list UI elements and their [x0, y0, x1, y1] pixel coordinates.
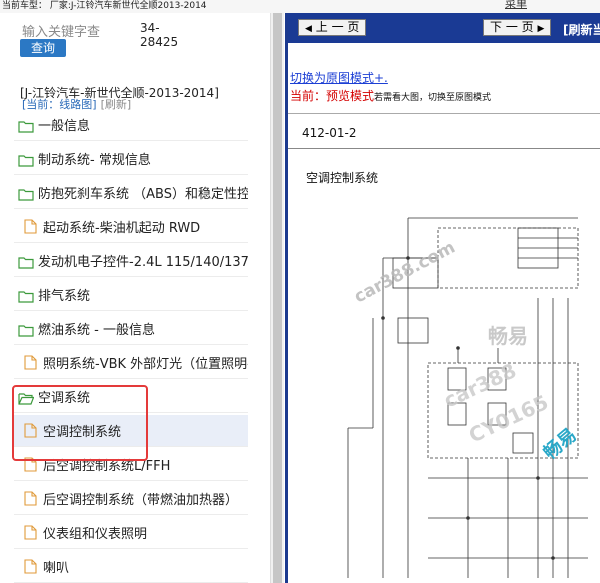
next-page-label: 下 一 页	[490, 20, 534, 34]
next-page-button[interactable]: 下 一 页 ▶	[483, 19, 552, 36]
switch-mode-link[interactable]: 切换为原图模式+.	[290, 69, 388, 86]
wiring-diagram: car388.com 畅易 car388 CY0165 畅易	[347, 217, 588, 578]
folder-icon	[18, 118, 34, 133]
document-icon	[24, 355, 37, 370]
prev-arrow-icon: ◀	[305, 24, 312, 34]
folder-icon	[18, 288, 34, 303]
divider	[288, 113, 600, 114]
refresh-current-button[interactable]: [刷新当	[563, 21, 600, 38]
search-input[interactable]: 输入关键字查	[22, 21, 100, 40]
tree-node[interactable]: 照明系统-VBK 外部灯光（位置照明- 双	[14, 347, 248, 379]
tree-node[interactable]: 喇叭	[14, 551, 248, 583]
tree-node[interactable]: 制动系统- 常规信息	[14, 143, 248, 175]
tree-node-label: 仪表组和仪表照明	[43, 527, 148, 542]
window-title-bar: 当前车型： 厂家:J-江铃汽车新世代全顺2013-2014 菜单	[0, 0, 600, 13]
tree-node-label: 起动系统-柴油机起动 RWD	[43, 221, 201, 236]
watermark-3: car388	[440, 358, 520, 412]
menu-link[interactable]: 菜单	[505, 0, 527, 10]
tree-node-label: 发动机电子控件-2.4L 115/140/137/122	[38, 255, 248, 270]
current-prefix: 当前：	[290, 89, 327, 103]
document-code: 412-01-2	[302, 126, 357, 140]
tree-node-label: 后空调控制系统（带燃油加热器）	[43, 493, 239, 508]
tree-node-label: 防抱死刹车系统 （ABS）和稳定性控制	[38, 187, 248, 202]
document-icon	[24, 219, 37, 234]
tree-node-label: 燃油系统 - 一般信息	[38, 323, 155, 338]
document-icon	[24, 525, 37, 540]
watermark-2: 畅易	[488, 324, 528, 348]
current-vehicle-text: 当前车型： 厂家:J-江铃汽车新世代全顺2013-2014	[2, 1, 207, 11]
tree-node-label: 照明系统-VBK 外部灯光（位置照明- 双	[43, 357, 248, 372]
document-icon	[24, 491, 37, 506]
preview-note: 若需看大图，切换至原图模式	[374, 93, 492, 103]
tree-node-label: 制动系统- 常规信息	[38, 153, 151, 168]
folder-icon	[18, 254, 34, 269]
preview-mode-line: 当前：预览模式若需看大图，切换至原图模式	[290, 87, 491, 104]
preview-mode-label: 预览模式	[326, 89, 375, 103]
code-text: 34-28425	[140, 21, 179, 49]
tree-node[interactable]: 防抱死刹车系统 （ABS）和稳定性控制	[14, 177, 248, 209]
prev-page-button[interactable]: ◀ 上 一 页	[298, 19, 367, 36]
tree-node-label: 喇叭	[43, 561, 70, 576]
tree-node-label: 排气系统	[38, 289, 91, 304]
tree-node[interactable]: 起动系统-柴油机起动 RWD	[14, 211, 248, 243]
query-button[interactable]: 查询	[20, 39, 66, 57]
tree-node-label: 一般信息	[38, 119, 91, 134]
tree-node[interactable]: 后空调控制系统（带燃油加热器）	[14, 483, 248, 515]
document-icon	[24, 559, 37, 574]
left-panel: 输入关键字查 34-28425 查询 [J-江铃汽车-新世代全顺-2013-20…	[0, 13, 272, 583]
document-rule	[288, 148, 600, 149]
tree-node[interactable]: 仪表组和仪表照明	[14, 517, 248, 549]
document-title: 空调控制系统	[306, 171, 379, 185]
folder-icon	[18, 186, 34, 201]
tree-node[interactable]: 排气系统	[14, 279, 248, 311]
folder-icon	[18, 322, 34, 337]
folder-icon	[18, 152, 34, 167]
tree-node[interactable]: 燃油系统 - 一般信息	[14, 313, 248, 345]
next-arrow-icon: ▶	[537, 24, 545, 34]
tree-node[interactable]: 一般信息	[14, 109, 248, 141]
prev-page-label: 上 一 页	[315, 20, 360, 34]
left-scrollbar[interactable]	[270, 13, 284, 583]
watermark-1: car388.com	[351, 237, 459, 307]
highlight-annotation-box	[12, 385, 148, 461]
viewer-navbar: ◀ 上 一 页 下 一 页 ▶ [刷新当	[288, 13, 600, 43]
tree-node[interactable]: 发动机电子控件-2.4L 115/140/137/122	[14, 245, 248, 277]
document-viewer: ◀ 上 一 页 下 一 页 ▶ [刷新当 切换为原图模式+. 当前：预览模式若需…	[285, 13, 600, 583]
left-scrollbar-thumb[interactable]	[273, 13, 282, 583]
